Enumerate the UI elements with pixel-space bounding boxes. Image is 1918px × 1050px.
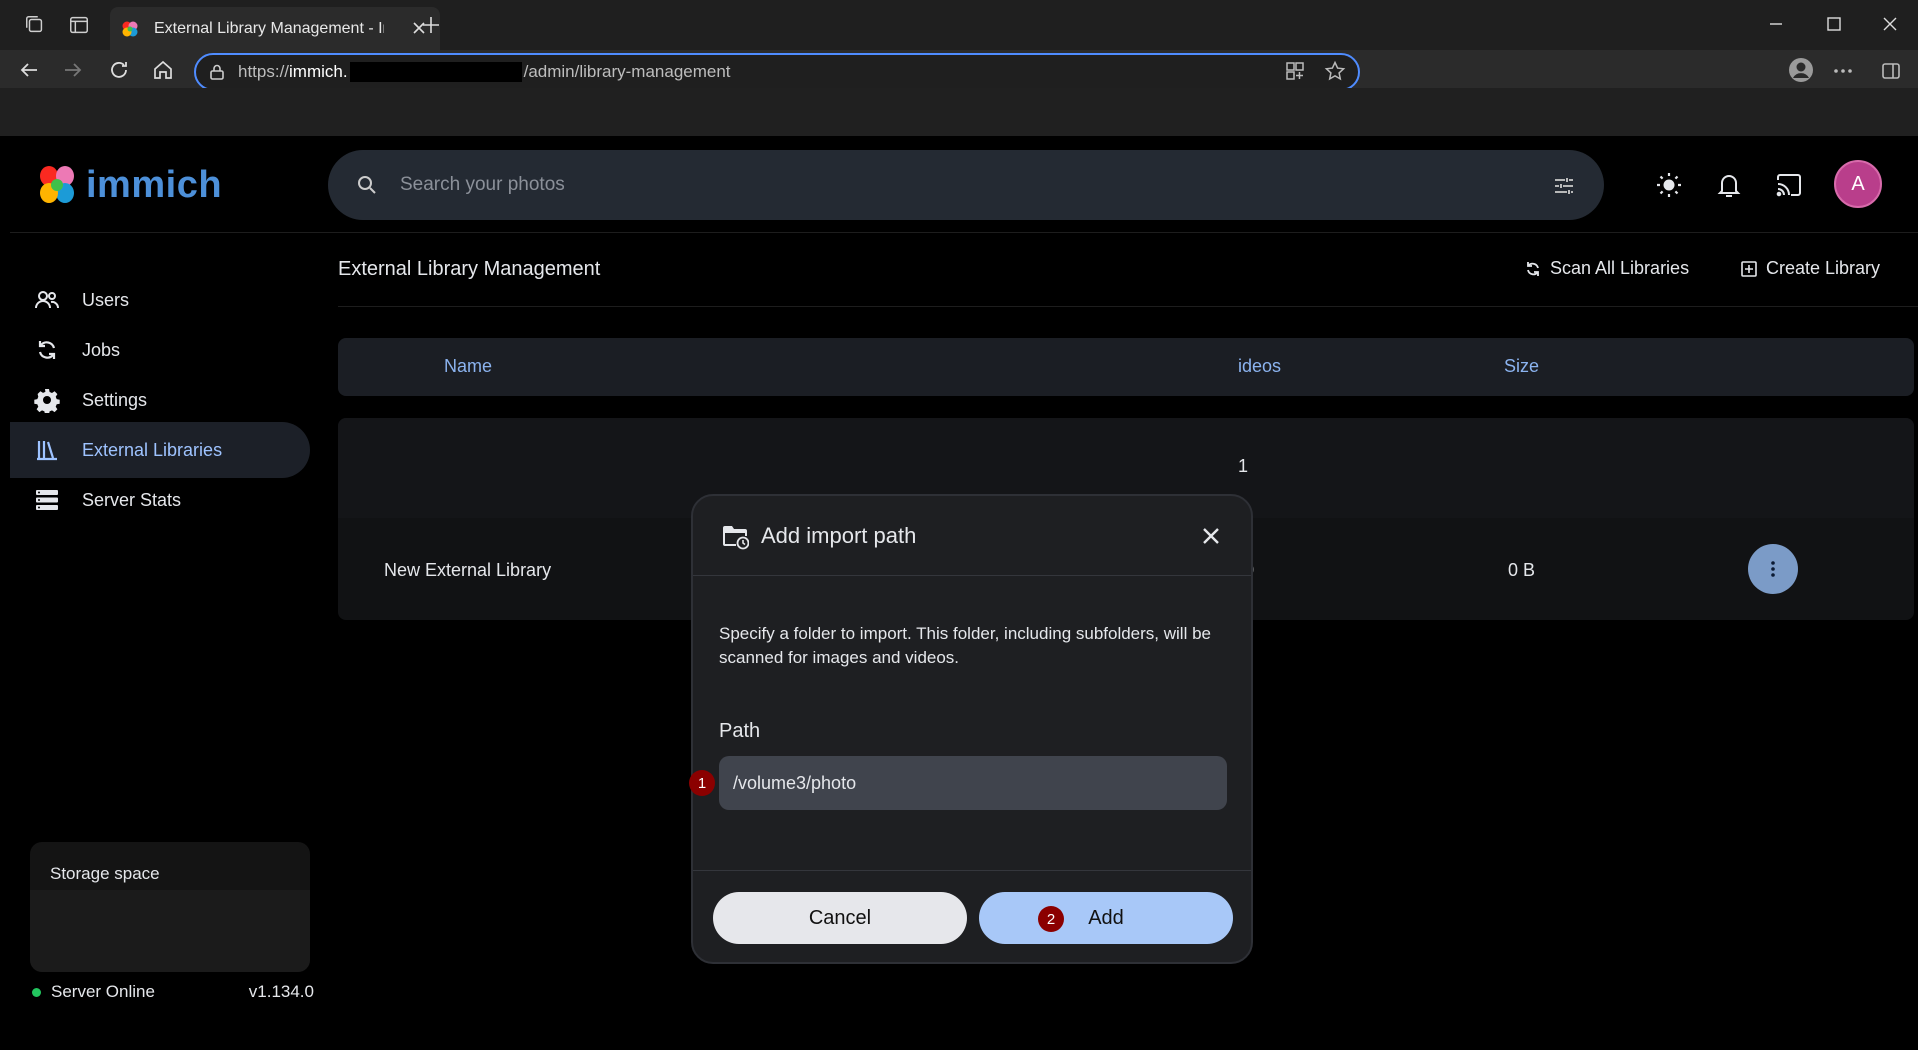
gear-icon	[34, 387, 60, 413]
immich-logo[interactable]: immich	[34, 162, 222, 208]
search-input[interactable]	[400, 174, 1500, 196]
search-icon	[356, 174, 378, 196]
back-icon[interactable]	[18, 59, 40, 81]
page-title: External Library Management	[338, 258, 601, 280]
close-window-icon[interactable]	[1880, 14, 1900, 34]
tab-title: External Library Management - Immich	[154, 19, 384, 37]
refresh-icon	[1524, 260, 1542, 278]
sidebar-item-users[interactable]: Users	[10, 272, 310, 328]
library-icon	[34, 437, 60, 463]
immich-logo-icon	[34, 162, 80, 208]
header-videos: ideos	[1238, 356, 1282, 376]
profile-icon[interactable]	[1788, 57, 1814, 83]
cast-icon[interactable]	[1774, 170, 1804, 200]
tab-actions-icon[interactable]	[68, 14, 90, 36]
more-vertical-icon	[1770, 560, 1776, 578]
server-version[interactable]: v1.134.0	[249, 982, 314, 1002]
dialog-description: Specify a folder to import. This folder,…	[719, 624, 1211, 667]
sync-icon	[34, 337, 60, 363]
dialog-footer-divider	[693, 870, 1251, 871]
server-status: Server Online v1.134.0	[32, 982, 314, 1002]
sidebar-item-jobs[interactable]: Jobs	[10, 322, 310, 378]
sidebar-item-label: Jobs	[82, 339, 121, 360]
storage-usage-area	[30, 890, 310, 972]
path-input[interactable]	[719, 756, 1227, 810]
sidebar-item-label: Users	[82, 289, 130, 310]
browser-infobar	[0, 88, 1918, 136]
immich-favicon-icon	[120, 19, 140, 39]
path-label: Path	[719, 720, 761, 742]
sidebar-item-settings[interactable]: Settings	[10, 372, 310, 428]
server-status-text: Server Online	[51, 982, 155, 1001]
search-bar[interactable]	[328, 150, 1604, 220]
minimize-icon[interactable]	[1766, 14, 1786, 34]
new-tab-icon[interactable]	[420, 14, 442, 36]
search-filter-icon[interactable]	[1552, 174, 1576, 198]
storage-space-panel: Storage space	[30, 842, 310, 972]
scan-all-libraries-button[interactable]: Scan All Libraries	[1524, 258, 1689, 279]
library-size-cell: 0 B	[1508, 560, 1536, 580]
notifications-bell-icon[interactable]	[1714, 170, 1744, 200]
immich-app: immich A Users Jobs Settings	[10, 136, 1918, 1050]
dialog-header: Add import path	[693, 496, 1251, 576]
maximize-icon[interactable]	[1824, 14, 1844, 34]
url-prefix: https://	[238, 62, 290, 81]
create-library-label: Create Library	[1766, 258, 1881, 278]
browser-tab-bar: External Library Management - Immich	[0, 0, 1918, 50]
user-avatar[interactable]: A	[1834, 160, 1882, 208]
library-name-cell: New External Library	[384, 560, 552, 580]
url-bar[interactable]: https:// immich. /admin/library-manageme…	[194, 53, 1360, 91]
library-table-header: Name ideos Size	[338, 338, 1914, 396]
storage-title: Storage space	[50, 864, 160, 883]
workspaces-icon[interactable]	[24, 14, 46, 36]
sidebar-item-label: External Libraries	[82, 439, 223, 460]
favorite-star-icon[interactable]	[1324, 60, 1346, 82]
app-available-icon[interactable]	[1284, 60, 1306, 82]
sidebar-item-label: Settings	[82, 389, 148, 410]
add-import-path-dialog: Add import path Specify a folder to impo…	[689, 494, 1253, 964]
browser-tab-active[interactable]: External Library Management - Immich	[110, 7, 440, 50]
url-host: immich.	[289, 62, 348, 81]
add-button[interactable]: Add	[979, 892, 1233, 944]
create-library-button[interactable]: Create Library	[1740, 258, 1880, 279]
sidebar-item-external-libraries[interactable]: External Libraries	[10, 422, 310, 478]
content-divider	[338, 306, 1918, 307]
row1-partial-cell: 1	[1238, 456, 1249, 476]
refresh-icon[interactable]	[108, 59, 130, 81]
header-divider	[10, 232, 1918, 233]
lock-icon	[208, 63, 226, 81]
sidebar-item-label: Server Stats	[82, 489, 182, 510]
sidebar-toggle-icon[interactable]	[1880, 60, 1902, 82]
url-path: /admin/library-management	[523, 62, 731, 81]
folder-sync-icon	[721, 522, 749, 550]
header-name: Name	[444, 356, 493, 376]
more-menu-icon[interactable]	[1832, 60, 1854, 82]
scan-all-label: Scan All Libraries	[1550, 258, 1690, 278]
step-badge-2: 2	[1038, 906, 1064, 932]
url-redacted	[349, 62, 522, 82]
users-icon	[34, 287, 60, 313]
server-icon	[34, 487, 60, 513]
add-button-label: Add	[1088, 906, 1124, 929]
cancel-button[interactable]: Cancel	[713, 892, 967, 944]
immich-logo-text: immich	[86, 163, 223, 206]
library-actions-button[interactable]	[1748, 544, 1798, 594]
plus-box-icon	[1740, 260, 1758, 278]
header-size: Size	[1504, 356, 1540, 376]
address-toolbar: https:// immich. /admin/library-manageme…	[0, 50, 1918, 91]
forward-icon[interactable]	[62, 59, 84, 81]
home-icon[interactable]	[152, 59, 174, 81]
sidebar-item-server-stats[interactable]: Server Stats	[10, 472, 310, 528]
online-status-dot	[32, 987, 41, 997]
theme-toggle-icon[interactable]	[1654, 170, 1684, 200]
dialog-title: Add import path	[761, 522, 917, 548]
step-badge-1: 1	[689, 770, 715, 796]
close-icon[interactable]	[1199, 524, 1223, 548]
